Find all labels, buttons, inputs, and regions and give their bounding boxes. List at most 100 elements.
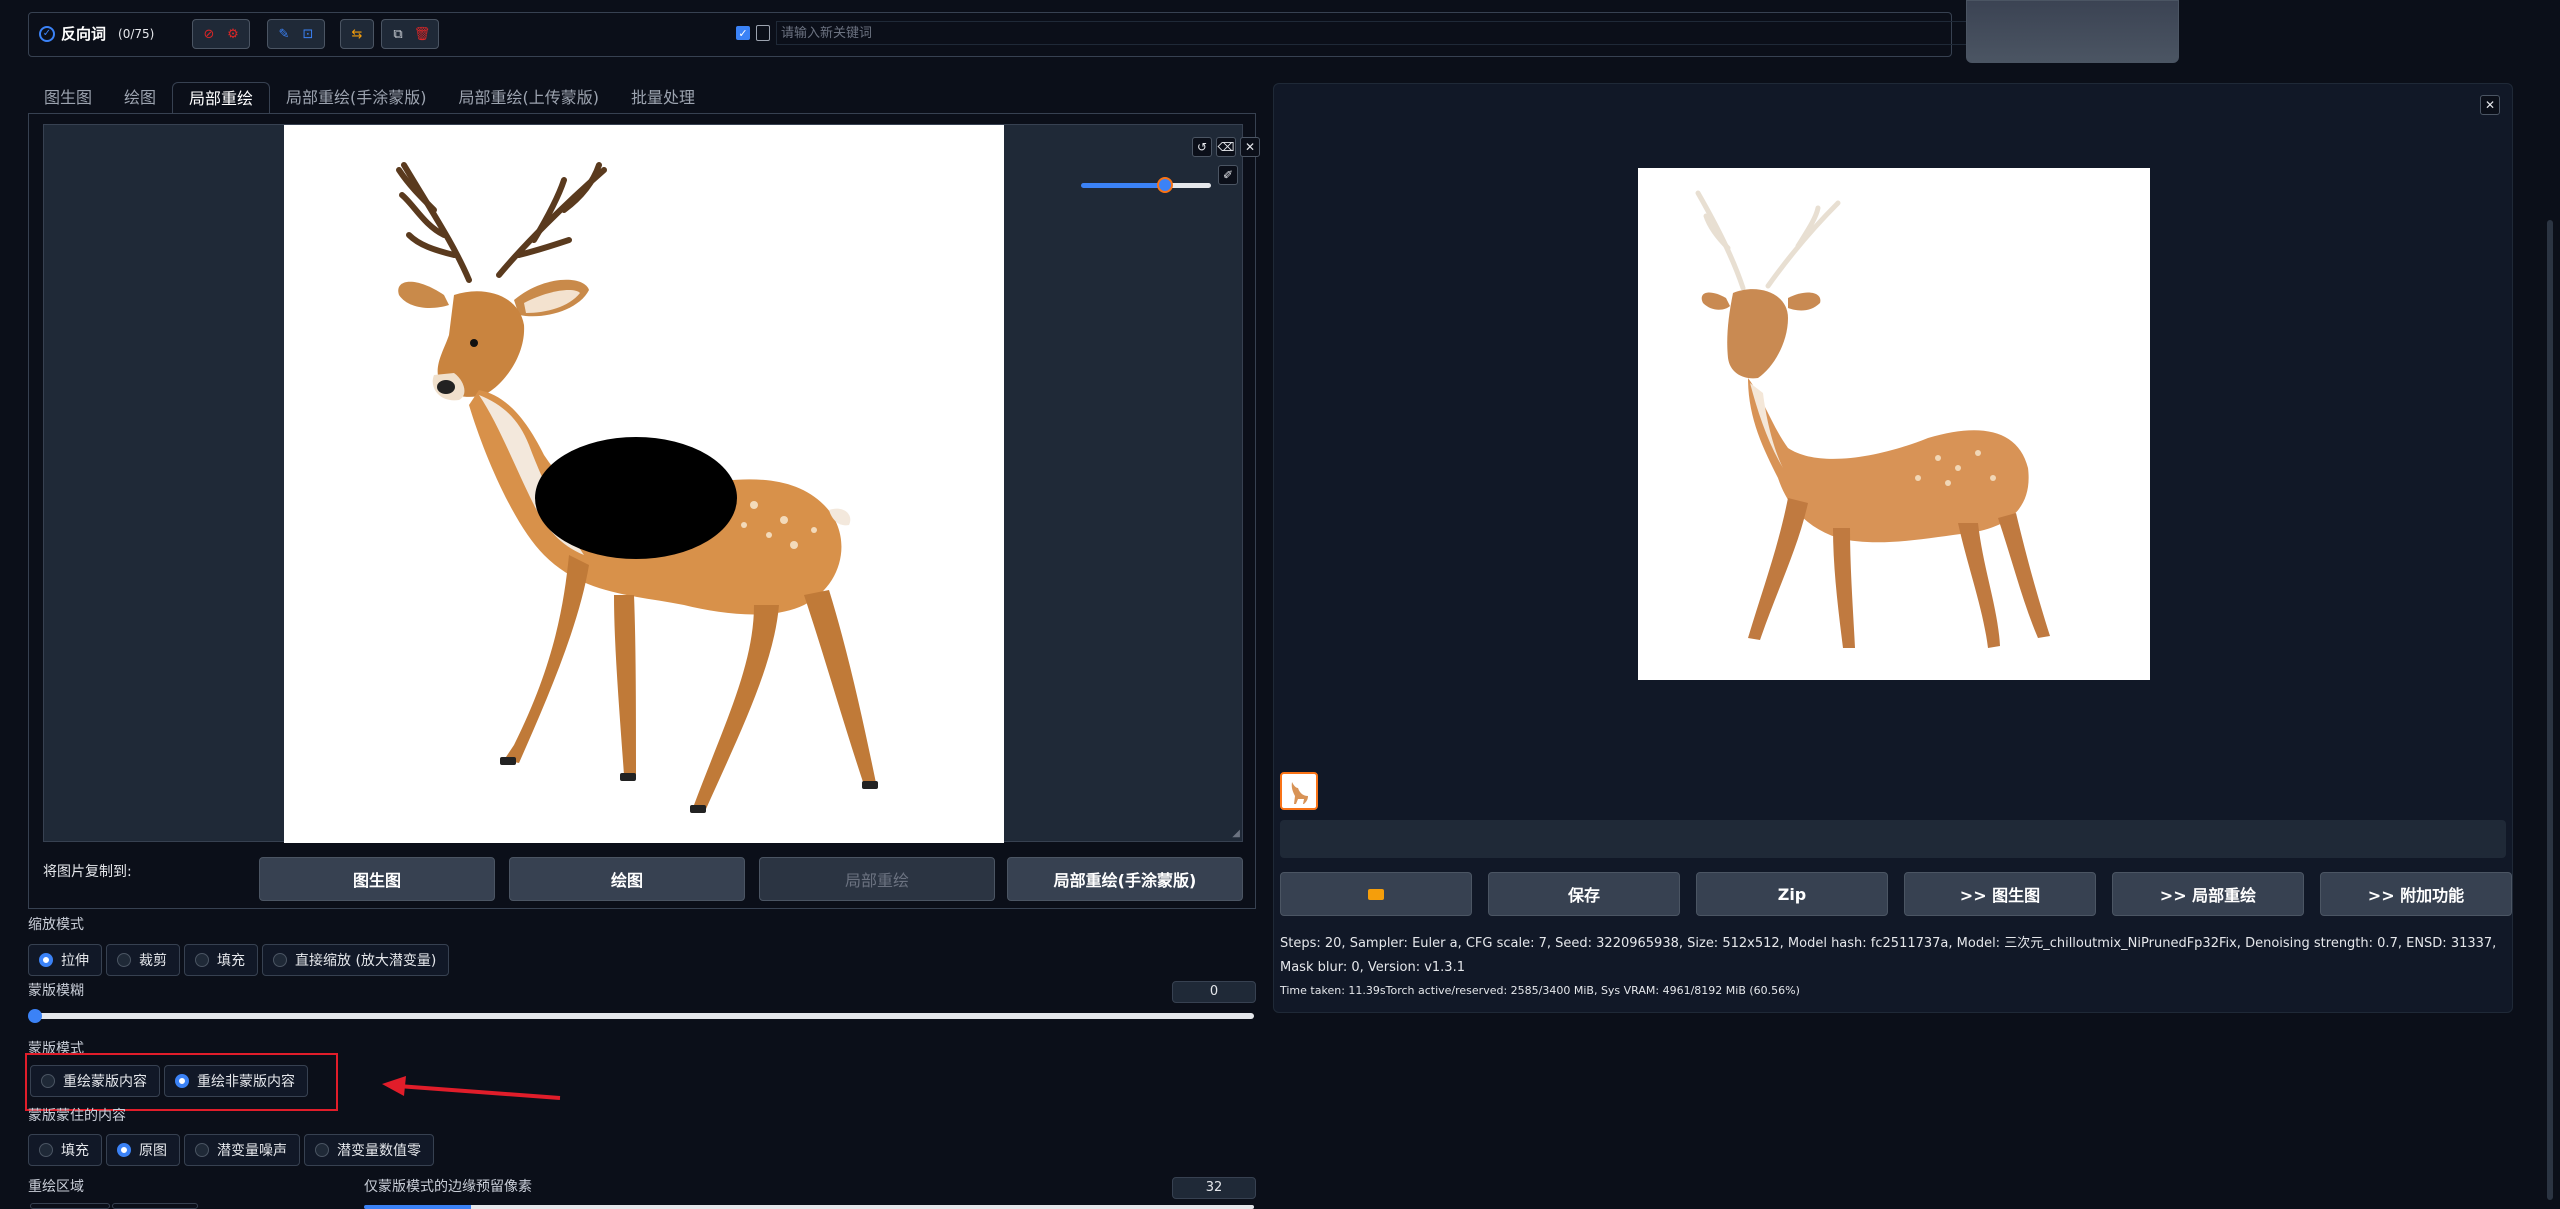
resize-grip-icon[interactable]: ◢ (1232, 828, 1240, 839)
padding-slider[interactable] (364, 1205, 1254, 1209)
brush-size-slider[interactable] (1081, 175, 1211, 195)
toolgroup-copy-delete: ⧉ 🗑 (381, 19, 439, 49)
resize-mode-label: 缩放模式 (28, 917, 84, 933)
option-label: 填充 (217, 953, 245, 969)
resize-mode-fill[interactable]: 填充 (184, 944, 258, 976)
toolgroup-edit: ✎ ⊡ (267, 19, 325, 49)
output-image[interactable] (1638, 168, 2150, 680)
thumbnail-strip (1280, 820, 2506, 858)
copy-to-img2img-button[interactable]: 图生图 (259, 857, 495, 901)
mask-blur-thumb[interactable] (28, 1009, 42, 1023)
negative-prompt-bar: ✓ 反向词 (0/75) ⊘ ⚙ ✎ ⊡ ⇆ ⧉ 🗑 ✓ 请输入新关键词 (28, 12, 1970, 57)
radio-dot (117, 953, 131, 967)
inpaint-area-option[interactable] (30, 1203, 110, 1209)
toolgroup-translate: ⇆ (340, 19, 374, 49)
tab-sketch[interactable]: 绘图 (108, 82, 172, 114)
generate-button[interactable] (1966, 0, 2179, 63)
brush-size-thumb[interactable] (1157, 177, 1173, 193)
edit-doc-icon[interactable]: ✎ (276, 26, 292, 42)
annotation-highlight-box (25, 1053, 338, 1111)
save-button[interactable]: 保存 (1488, 872, 1680, 916)
deer-image-with-mask[interactable] (284, 125, 1004, 843)
ban-icon[interactable]: ⊘ (201, 26, 217, 42)
send-to-extras-button[interactable]: >> 附加功能 (2320, 872, 2512, 916)
option-label: 原图 (139, 1143, 167, 1159)
copy-icon[interactable]: ⧉ (390, 26, 406, 42)
tab-inpaint[interactable]: 局部重绘 (172, 82, 271, 114)
radio-dot (195, 1143, 209, 1157)
masked-content-group: 填充 原图 潜变量噪声 潜变量数值零 (28, 1134, 434, 1166)
radio-dot (315, 1143, 329, 1157)
copy-to-sketch-button[interactable]: 绘图 (509, 857, 745, 901)
translate-icon[interactable]: ⇆ (349, 26, 365, 42)
output-panel: ✕ 保存 Zip >> 图生图 >> 局部重绘 >> 附加功能 Steps: 2… (1273, 83, 2513, 1013)
img2img-tabs: 图生图 绘图 局部重绘 局部重绘(手涂蒙版) 局部重绘(上传蒙版) 批量处理 (28, 82, 711, 114)
tab-batch[interactable]: 批量处理 (615, 82, 711, 114)
clear-brush-icon[interactable]: ⌫ (1216, 137, 1236, 157)
folder-icon (1368, 888, 1384, 900)
option-label: 潜变量数值零 (337, 1143, 421, 1159)
undo-icon[interactable]: ↺ (1192, 137, 1212, 157)
masked-content-label: 蒙版蒙住的内容 (28, 1108, 126, 1124)
copy-to-label: 将图片复制到: (43, 864, 132, 880)
masked-content-fill[interactable]: 填充 (28, 1134, 102, 1166)
resize-mode-crop[interactable]: 裁剪 (106, 944, 180, 976)
mask-blur-label: 蒙版模糊 (28, 983, 84, 999)
send-to-inpaint-button[interactable]: >> 局部重绘 (2112, 872, 2304, 916)
only-masked-padding-value[interactable]: 32 (1172, 1177, 1256, 1199)
tab-inpaint-upload[interactable]: 局部重绘(上传蒙版) (443, 82, 616, 114)
option-label: 直接缩放 (放大潜变量) (295, 953, 437, 969)
copy-image-to-row: 将图片复制到: 图生图 绘图 局部重绘 局部重绘(手涂蒙版) (43, 857, 1243, 901)
radio-dot (39, 953, 53, 967)
check-circle-icon[interactable]: ✓ (39, 25, 55, 42)
keyword-input[interactable]: 请输入新关键词 (776, 21, 1970, 45)
tab-img2img[interactable]: 图生图 (28, 82, 108, 114)
brush-icon[interactable]: ✐ (1218, 165, 1238, 185)
mask-blur-value[interactable]: 0 (1172, 981, 1256, 1003)
generation-info: Steps: 20, Sampler: Euler a, CFG scale: … (1280, 936, 2497, 975)
close-icon[interactable]: ✕ (1240, 137, 1260, 157)
settings-icon[interactable]: ⚙ (225, 26, 241, 42)
checkbox-checked-icon[interactable]: ✓ (736, 26, 750, 40)
output-actions: 保存 Zip >> 图生图 >> 局部重绘 >> 附加功能 (1280, 872, 2512, 916)
option-label: 填充 (61, 1143, 89, 1159)
masked-content-latent-nothing[interactable]: 潜变量数值零 (304, 1134, 434, 1166)
resize-mode-stretch[interactable]: 拉伸 (28, 944, 102, 976)
copy-to-inpaint-button[interactable]: 局部重绘 (759, 857, 995, 901)
inpaint-area-label: 重绘区域 (28, 1179, 84, 1195)
resize-mode-latent[interactable]: 直接缩放 (放大潜变量) (262, 944, 450, 976)
bookmark-icon[interactable]: ⊡ (300, 26, 316, 42)
tab-inpaint-sketch[interactable]: 局部重绘(手涂蒙版) (270, 82, 443, 114)
option-label: 潜变量噪声 (217, 1143, 287, 1159)
radio-dot (117, 1143, 131, 1157)
option-label: 裁剪 (139, 953, 167, 969)
negative-prompt-header[interactable]: ✓ 反向词 (0/75) (39, 23, 154, 44)
output-thumbnail[interactable] (1280, 772, 1318, 810)
token-count: (0/75) (118, 26, 155, 41)
keyword-input-row: ✓ 请输入新关键词 (736, 19, 1970, 47)
radio-dot (195, 953, 209, 967)
close-icon[interactable]: ✕ (2480, 95, 2500, 115)
timing-info: Time taken: 11.39sTorch active/reserved:… (1280, 984, 1800, 997)
zip-button[interactable]: Zip (1696, 872, 1888, 916)
negative-prompt-label: 反向词 (61, 25, 107, 43)
resize-mode-group: 拉伸 裁剪 填充 直接缩放 (放大潜变量) (28, 944, 450, 976)
masked-content-original[interactable]: 原图 (106, 1134, 180, 1166)
page-scrollbar[interactable] (2547, 220, 2553, 1200)
inpaint-area-option[interactable] (112, 1203, 198, 1209)
masked-content-latent-noise[interactable]: 潜变量噪声 (184, 1134, 300, 1166)
panel-toggle-icon[interactable] (756, 25, 770, 41)
inpaint-canvas[interactable]: ↺ ⌫ ✕ ✐ ◢ (43, 124, 1260, 843)
mask-blur-slider[interactable] (32, 1013, 1254, 1019)
open-folder-button[interactable] (1280, 872, 1472, 916)
copy-to-inpaint-sketch-button[interactable]: 局部重绘(手涂蒙版) (1007, 857, 1243, 901)
radio-dot (273, 953, 287, 967)
radio-dot (39, 1143, 53, 1157)
annotation-arrow-icon (382, 1076, 561, 1100)
brush-size-track (1081, 183, 1211, 188)
option-label: 拉伸 (61, 953, 89, 969)
only-masked-padding-label: 仅蒙版模式的边缘预留像素 (364, 1179, 532, 1195)
send-to-img2img-button[interactable]: >> 图生图 (1904, 872, 2096, 916)
trash-icon[interactable]: 🗑 (414, 26, 431, 42)
inpaint-panel: ↺ ⌫ ✕ ✐ ◢ 将图片复制到: 图生图 绘图 局部重绘 局部重绘(手涂蒙版) (28, 114, 1260, 909)
